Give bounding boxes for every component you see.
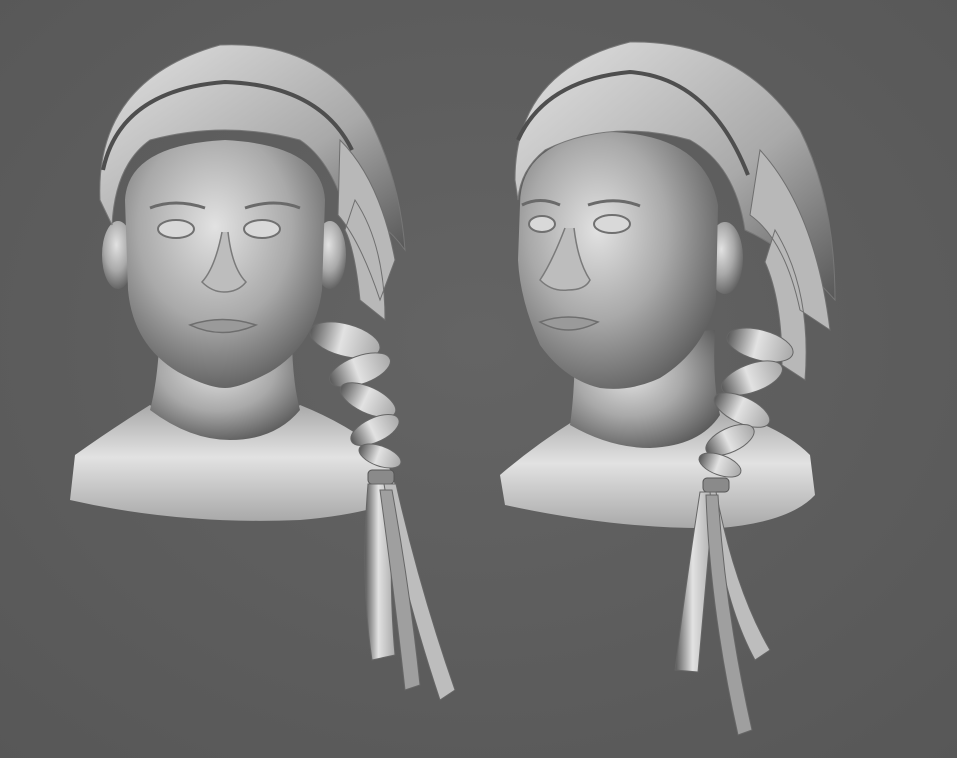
- render-viewport: [0, 0, 957, 758]
- sculpt-render: [0, 0, 957, 758]
- eye-left: [528, 215, 556, 233]
- eye-right: [593, 214, 631, 234]
- face: [518, 132, 718, 389]
- eye-right: [243, 219, 281, 239]
- eye-left: [157, 219, 195, 239]
